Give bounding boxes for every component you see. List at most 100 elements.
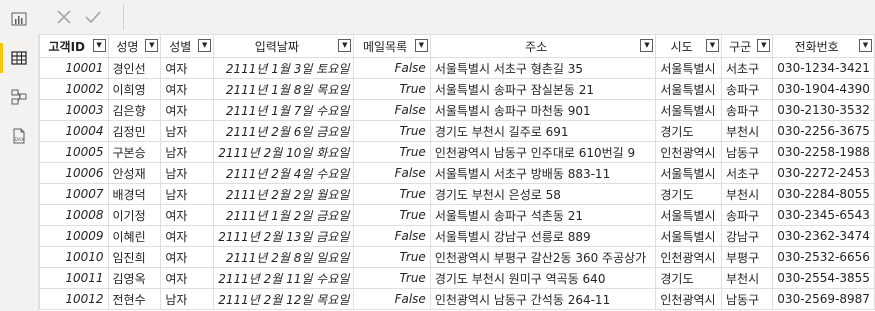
cell-province[interactable]: 경기도 — [655, 183, 722, 205]
table-row[interactable]: 10001 경인선 여자 2111년 1월 3일 토요일 False 서울특별시 서초구 … — [39, 57, 875, 79]
report-view-button[interactable] — [0, 2, 38, 36]
cell-customer-id[interactable]: 10010 — [39, 246, 109, 268]
cell-customer-id[interactable]: 10007 — [39, 183, 109, 205]
cell-customer-id[interactable]: 10008 — [39, 204, 109, 226]
cell-name[interactable]: 이기정 — [107, 204, 162, 226]
cell-district[interactable]: 부천시 — [720, 267, 774, 289]
table-row[interactable]: 10004 김정민 남자 2111년 2월 6일 금요일 True 경기도 부천시 길주로… — [39, 120, 875, 142]
column-header-customer-id[interactable]: 고객ID ▼ — [39, 34, 109, 58]
cell-phone[interactable]: 030-2569-8987 — [772, 288, 875, 310]
cell-province[interactable]: 서울특별시 — [655, 99, 722, 121]
column-header-input-date[interactable]: 입력날짜 ▼ — [213, 34, 355, 58]
cell-district[interactable]: 부천시 — [720, 120, 774, 142]
cell-address[interactable]: 서울특별시 송파구 마천동 901 — [429, 99, 657, 121]
cell-province[interactable]: 인천광역시 — [655, 141, 722, 163]
cancel-button[interactable] — [51, 4, 77, 30]
cell-phone[interactable]: 030-2130-3532 — [772, 99, 875, 121]
cell-input-date[interactable]: 2111년 1월 2일 금요일 — [213, 204, 355, 226]
column-header-province[interactable]: 시도 ▼ — [655, 34, 722, 58]
formula-input[interactable] — [123, 4, 875, 30]
cell-gender[interactable]: 여자 — [160, 99, 215, 121]
cell-gender[interactable]: 여자 — [160, 78, 215, 100]
table-row[interactable]: 10002 이희영 여자 2111년 1월 8일 목요일 True 서울특별시 송파구 잠… — [39, 78, 875, 100]
cell-customer-id[interactable]: 10003 — [39, 99, 109, 121]
cell-input-date[interactable]: 2111년 2월 4일 수요일 — [213, 162, 355, 184]
cell-name[interactable]: 전현수 — [107, 288, 162, 310]
cell-address[interactable]: 서울특별시 서초구 형촌길 35 — [429, 57, 657, 79]
cell-gender[interactable]: 남자 — [160, 120, 215, 142]
cell-phone[interactable]: 030-2284-8055 — [772, 183, 875, 205]
cell-input-date[interactable]: 2111년 2월 13일 금요일 — [213, 225, 355, 247]
cell-mailing-list[interactable]: True — [353, 183, 431, 205]
cell-customer-id[interactable]: 10004 — [39, 120, 109, 142]
cell-name[interactable]: 김영옥 — [107, 267, 162, 289]
table-row[interactable]: 10011 김영옥 여자 2111년 2월 11일 수요일 True 경기도 부천시 원미… — [39, 267, 875, 289]
cell-district[interactable]: 부평구 — [720, 246, 774, 268]
cell-name[interactable]: 김은향 — [107, 99, 162, 121]
cell-mailing-list[interactable]: True — [353, 120, 431, 142]
cell-phone[interactable]: 030-2345-6543 — [772, 204, 875, 226]
column-header-phone[interactable]: 전화번호 ▼ — [772, 34, 875, 58]
cell-address[interactable]: 경기도 부천시 은성로 58 — [429, 183, 657, 205]
table-row[interactable]: 10009 이혜린 여자 2111년 2월 13일 금요일 False 서울특별시 강남구… — [39, 225, 875, 247]
cell-province[interactable]: 인천광역시 — [655, 288, 722, 310]
chevron-down-icon[interactable]: ▼ — [198, 39, 212, 52]
table-row[interactable]: 10007 배경덕 남자 2111년 2월 2일 월요일 True 경기도 부천시 은성로… — [39, 183, 875, 205]
cell-mailing-list[interactable]: False — [353, 288, 431, 310]
cell-mailing-list[interactable]: True — [353, 78, 431, 100]
column-header-district[interactable]: 구군 ▼ — [720, 34, 774, 58]
commit-button[interactable] — [80, 4, 106, 30]
cell-gender[interactable]: 여자 — [160, 246, 215, 268]
cell-mailing-list[interactable]: False — [353, 225, 431, 247]
cell-address[interactable]: 경기도 부천시 길주로 691 — [429, 120, 657, 142]
model-view-button[interactable] — [0, 80, 38, 114]
cell-customer-id[interactable]: 10001 — [39, 57, 109, 79]
cell-district[interactable]: 서초구 — [720, 57, 774, 79]
cell-input-date[interactable]: 2111년 2월 6일 금요일 — [213, 120, 355, 142]
cell-phone[interactable]: 030-2256-3675 — [772, 120, 875, 142]
cell-mailing-list[interactable]: False — [353, 162, 431, 184]
cell-name[interactable]: 이희영 — [107, 78, 162, 100]
cell-phone[interactable]: 030-1904-4390 — [772, 78, 875, 100]
cell-district[interactable]: 강남구 — [720, 225, 774, 247]
chevron-down-icon[interactable]: ▼ — [859, 39, 872, 52]
table-row[interactable]: 10008 이기정 여자 2111년 1월 2일 금요일 True 서울특별시 송파구 석… — [39, 204, 875, 226]
cell-province[interactable]: 경기도 — [655, 267, 722, 289]
chevron-down-icon[interactable]: ▼ — [414, 39, 428, 52]
cell-name[interactable]: 안성재 — [107, 162, 162, 184]
cell-province[interactable]: 서울특별시 — [655, 204, 722, 226]
cell-gender[interactable]: 여자 — [160, 204, 215, 226]
cell-phone[interactable]: 030-2272-2453 — [772, 162, 875, 184]
cell-address[interactable]: 인천광역시 남동구 간석동 264-11 — [429, 288, 657, 310]
cell-gender[interactable]: 남자 — [160, 141, 215, 163]
cell-address[interactable]: 경기도 부천시 원미구 역곡동 640 — [429, 267, 657, 289]
cell-province[interactable]: 서울특별시 — [655, 78, 722, 100]
chevron-down-icon[interactable]: ▼ — [145, 39, 159, 52]
cell-district[interactable]: 부천시 — [720, 183, 774, 205]
table-row[interactable]: 10003 김은향 여자 2111년 1월 7일 수요일 False 서울특별시 송파구 … — [39, 99, 875, 121]
column-header-gender[interactable]: 성별 ▼ — [160, 34, 215, 58]
cell-phone[interactable]: 030-2532-6656 — [772, 246, 875, 268]
cell-name[interactable]: 배경덕 — [107, 183, 162, 205]
cell-mailing-list[interactable]: True — [353, 246, 431, 268]
dax-query-view-button[interactable]: DAX — [0, 119, 38, 153]
chevron-down-icon[interactable]: ▼ — [640, 39, 654, 52]
chevron-down-icon[interactable]: ▼ — [338, 39, 352, 52]
table-row[interactable]: 10005 구본승 남자 2111년 2월 10일 화요일 True 인천광역시 남동구 … — [39, 141, 875, 163]
cell-name[interactable]: 임진희 — [107, 246, 162, 268]
table-row[interactable]: 10010 임진희 여자 2111년 2월 8일 일요일 True 인천광역시 부평구 갈… — [39, 246, 875, 268]
cell-input-date[interactable]: 2111년 2월 8일 일요일 — [213, 246, 355, 268]
cell-phone[interactable]: 030-2554-3855 — [772, 267, 875, 289]
cell-customer-id[interactable]: 10002 — [39, 78, 109, 100]
cell-gender[interactable]: 여자 — [160, 267, 215, 289]
data-view-button[interactable] — [0, 41, 38, 75]
cell-input-date[interactable]: 2111년 2월 2일 월요일 — [213, 183, 355, 205]
cell-name[interactable]: 이혜린 — [107, 225, 162, 247]
cell-province[interactable]: 인천광역시 — [655, 246, 722, 268]
cell-gender[interactable]: 남자 — [160, 288, 215, 310]
cell-province[interactable]: 경기도 — [655, 120, 722, 142]
cell-customer-id[interactable]: 10005 — [39, 141, 109, 163]
cell-input-date[interactable]: 2111년 2월 11일 수요일 — [213, 267, 355, 289]
cell-customer-id[interactable]: 10011 — [39, 267, 109, 289]
cell-customer-id[interactable]: 10009 — [39, 225, 109, 247]
